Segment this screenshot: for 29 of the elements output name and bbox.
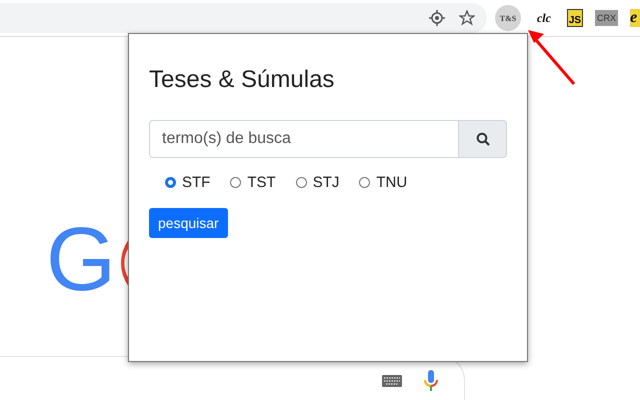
- radio-label: TNU: [376, 174, 408, 191]
- search-input[interactable]: termo(s) de busca: [149, 120, 459, 158]
- extension-button[interactable]: e: [630, 9, 640, 27]
- court-radio[interactable]: TNU: [359, 174, 408, 191]
- radio-label: TST: [247, 174, 276, 191]
- extension-button[interactable]: CRX: [594, 10, 618, 26]
- location-icon[interactable]: [428, 10, 445, 26]
- extension-button[interactable]: T&S: [494, 5, 521, 31]
- logo-arc: [120, 239, 130, 287]
- court-radio[interactable]: STJ: [296, 174, 340, 191]
- radio-label: STF: [182, 174, 210, 191]
- extension-button[interactable]: JS: [566, 9, 583, 27]
- court-radio[interactable]: TST: [230, 174, 276, 191]
- extension-button[interactable]: clc: [532, 10, 555, 26]
- search-button[interactable]: [459, 120, 507, 158]
- keyboard-icon[interactable]: [382, 374, 402, 386]
- microphone-icon[interactable]: [424, 370, 438, 392]
- logo-letter: G: [46, 225, 116, 295]
- court-radio[interactable]: STF: [165, 174, 210, 191]
- radio-icon[interactable]: [359, 177, 370, 188]
- radio-icon[interactable]: [230, 177, 242, 188]
- radio-icon[interactable]: [296, 177, 307, 188]
- star-icon[interactable]: [458, 10, 475, 26]
- arrow: [528, 30, 576, 85]
- popup-title: Teses & Súmulas: [149, 66, 336, 94]
- radio-label: STJ: [312, 174, 340, 191]
- search-submit-button[interactable]: pesquisar: [149, 208, 228, 238]
- radio-icon[interactable]: [165, 177, 176, 188]
- search-icon: [476, 132, 490, 146]
